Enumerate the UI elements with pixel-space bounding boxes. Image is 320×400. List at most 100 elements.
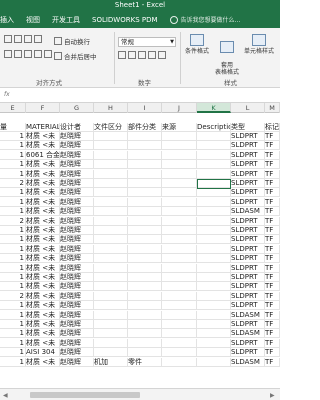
source-cell[interactable] — [162, 188, 197, 198]
designer-cell[interactable]: 赵晓辉 — [60, 197, 94, 207]
source-cell[interactable] — [162, 197, 197, 207]
material-cell[interactable]: 材质 <未 — [26, 169, 60, 179]
mark-cell[interactable]: TF — [265, 216, 280, 226]
file-type-cell[interactable] — [94, 338, 128, 348]
source-cell[interactable] — [162, 150, 197, 160]
scroll-left-icon[interactable]: ◀ — [3, 392, 8, 399]
formula-bar[interactable]: fx — [0, 88, 280, 103]
file-type-cell[interactable] — [94, 179, 128, 188]
description-cell[interactable] — [197, 357, 231, 367]
align-middle-icon[interactable] — [14, 35, 22, 43]
decrease-indent-icon[interactable] — [34, 50, 42, 58]
column-header-g[interactable]: G — [60, 103, 94, 113]
description-cell[interactable] — [197, 150, 231, 160]
quantity-cell[interactable]: 1 — [0, 132, 26, 141]
material-cell[interactable]: 材质 <未 — [26, 254, 60, 264]
file-type-cell[interactable] — [94, 226, 128, 235]
description-cell[interactable] — [197, 320, 231, 329]
number-format-select[interactable]: 常规 ▼ — [118, 37, 176, 47]
quantity-cell[interactable]: 1 — [0, 348, 26, 358]
file-type-cell[interactable] — [94, 254, 128, 264]
mark-cell[interactable]: TF — [265, 160, 280, 170]
material-cell[interactable]: 6061 合金 — [26, 150, 60, 160]
quantity-cell[interactable]: 1 — [0, 310, 26, 320]
quantity-cell[interactable]: 1 — [0, 169, 26, 179]
type-cell[interactable]: SLDPRT — [231, 150, 265, 160]
header-cell[interactable]: 标记 — [265, 123, 280, 132]
type-cell[interactable]: SLDASM — [231, 357, 265, 367]
cell-styles-button[interactable]: 单元格样式 — [240, 34, 278, 55]
mark-cell[interactable]: TF — [265, 329, 280, 339]
align-center-icon[interactable] — [14, 50, 22, 58]
designer-cell[interactable]: 赵晓辉 — [60, 141, 94, 151]
quantity-cell[interactable]: 1 — [0, 329, 26, 339]
column-header-k[interactable]: K — [197, 103, 231, 113]
source-cell[interactable] — [162, 282, 197, 292]
quantity-cell[interactable]: 2 — [0, 216, 26, 226]
align-right-icon[interactable] — [24, 50, 32, 58]
mark-cell[interactable]: TF — [265, 188, 280, 198]
type-cell[interactable]: SLDPRT — [231, 132, 265, 141]
mark-cell[interactable]: TF — [265, 235, 280, 245]
part-category-cell[interactable] — [128, 254, 162, 264]
file-type-cell[interactable] — [94, 216, 128, 226]
quantity-cell[interactable]: 1 — [0, 254, 26, 264]
decrease-decimal-icon[interactable] — [158, 51, 166, 59]
source-cell[interactable] — [162, 263, 197, 273]
type-cell[interactable]: SLDPRT — [231, 291, 265, 301]
mark-cell[interactable]: TF — [265, 132, 280, 141]
type-cell[interactable]: SLDPRT — [231, 188, 265, 198]
description-cell[interactable] — [197, 348, 231, 358]
material-cell[interactable]: 材质 <未 — [26, 235, 60, 245]
source-cell[interactable] — [162, 273, 197, 282]
description-cell[interactable] — [197, 282, 231, 292]
type-cell[interactable]: SLDPRT — [231, 169, 265, 179]
quantity-cell[interactable]: 1 — [0, 357, 26, 367]
material-cell[interactable]: 材质 <未 — [26, 338, 60, 348]
material-cell[interactable]: 材质 <未 — [26, 291, 60, 301]
part-category-cell[interactable] — [128, 244, 162, 254]
part-category-cell[interactable] — [128, 329, 162, 339]
designer-cell[interactable]: 赵晓辉 — [60, 291, 94, 301]
quantity-cell[interactable]: 1 — [0, 263, 26, 273]
quantity-cell[interactable]: 1 — [0, 197, 26, 207]
file-type-cell[interactable] — [94, 329, 128, 339]
part-category-cell[interactable] — [128, 169, 162, 179]
mark-cell[interactable]: TF — [265, 357, 280, 367]
file-type-cell[interactable] — [94, 235, 128, 245]
part-category-cell[interactable] — [128, 320, 162, 329]
type-cell[interactable]: SLDPRT — [231, 244, 265, 254]
source-cell[interactable] — [162, 320, 197, 329]
part-category-cell[interactable] — [128, 291, 162, 301]
orientation-icon[interactable] — [34, 35, 42, 43]
file-type-cell[interactable] — [94, 197, 128, 207]
type-cell[interactable]: SLDPRT — [231, 273, 265, 282]
header-cell[interactable]: 量 — [0, 123, 26, 132]
type-cell[interactable]: SLDPRT — [231, 216, 265, 226]
quantity-cell[interactable]: 1 — [0, 338, 26, 348]
tab-developer[interactable]: 开发工具 — [52, 15, 80, 25]
file-type-cell[interactable]: 机加 — [94, 357, 128, 367]
description-cell[interactable] — [197, 132, 231, 141]
designer-cell[interactable]: 赵晓辉 — [60, 160, 94, 170]
designer-cell[interactable]: 赵晓辉 — [60, 310, 94, 320]
designer-cell[interactable]: 赵晓辉 — [60, 235, 94, 245]
quantity-cell[interactable]: 1 — [0, 244, 26, 254]
material-cell[interactable]: 材质 <未 — [26, 357, 60, 367]
merge-center-button[interactable]: 合并后居中 — [54, 51, 97, 61]
type-cell[interactable]: SLDPRT — [231, 226, 265, 235]
type-cell[interactable]: SLDPRT — [231, 348, 265, 358]
part-category-cell[interactable] — [128, 179, 162, 188]
file-type-cell[interactable] — [94, 150, 128, 160]
part-category-cell[interactable] — [128, 235, 162, 245]
source-cell[interactable] — [162, 357, 197, 367]
quantity-cell[interactable]: 1 — [0, 301, 26, 311]
source-cell[interactable] — [162, 338, 197, 348]
quantity-cell[interactable]: 1 — [0, 226, 26, 235]
file-type-cell[interactable] — [94, 169, 128, 179]
type-cell[interactable]: SLDPRT — [231, 263, 265, 273]
source-cell[interactable] — [162, 254, 197, 264]
description-cell[interactable] — [197, 216, 231, 226]
part-category-cell[interactable] — [128, 197, 162, 207]
mark-cell[interactable]: TF — [265, 150, 280, 160]
